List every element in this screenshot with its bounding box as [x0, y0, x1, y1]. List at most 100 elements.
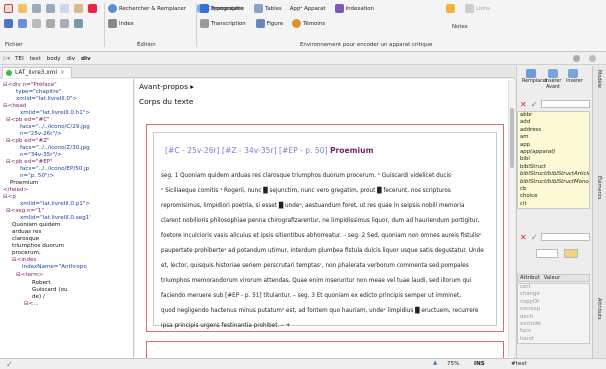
outline-node[interactable]: ⊟<p [3, 194, 16, 201]
tab-modele[interactable]: Modèle [596, 70, 602, 88]
element-list-item[interactable]: am [518, 134, 589, 142]
outline-node[interactable]: facs="../../icono/EP/50.jp [20, 166, 89, 173]
outline-node[interactable]: Guiscard (ou [32, 287, 68, 294]
outline-node[interactable]: xmlid="lat.livreIII.0.h1"> [20, 110, 90, 117]
breadcrumb-item[interactable]: TEI [14, 56, 25, 62]
outline-icon[interactable] [74, 19, 83, 28]
outline-node[interactable]: ⊟<div n="Préface" [3, 82, 57, 89]
attribute-list-item[interactable]: hand [518, 335, 589, 344]
confirm-attribute-icon[interactable]: ✓ [531, 233, 538, 242]
attribute-value-input[interactable] [541, 233, 590, 241]
outline-node[interactable]: procerum, [12, 250, 41, 257]
breadcrumb-item[interactable]: text [29, 56, 42, 62]
validate-icon[interactable] [60, 19, 69, 28]
copy-icon[interactable] [60, 4, 69, 13]
attribute-action-dropdown[interactable] [536, 249, 558, 258]
insert-button[interactable]: Insérer [566, 69, 583, 85]
element-list-item[interactable]: cb [518, 185, 589, 194]
undo-icon[interactable] [32, 4, 41, 13]
outline-node[interactable]: xmlid="lat.livreIII.0.seg1' [20, 215, 91, 222]
outline-node[interactable]: ⊟<pb ed="#C" [6, 117, 50, 124]
outline-node[interactable]: arduas res [12, 229, 41, 236]
tab-attributs[interactable]: Attributs [596, 298, 602, 320]
indexation-button[interactable]: Indexation [334, 3, 374, 14]
zoom-level[interactable]: 75% [447, 361, 459, 367]
element-list-item[interactable]: app(apparat) [518, 148, 589, 157]
transcription-button[interactable]: Transcription [200, 18, 246, 29]
outline-node[interactable]: ⊟<... [24, 301, 39, 308]
attribute-list-item[interactable]: change [518, 291, 589, 299]
zoom-arrow-icon[interactable]: ▲ [433, 360, 437, 366]
attribute-list-item[interactable]: corresp [518, 306, 589, 314]
attribute-list-item[interactable]: dech [518, 313, 589, 321]
element-list[interactable]: abbr add address am app app(apparat) bibl biblS… [517, 111, 590, 210]
section-avant-propos[interactable]: Avant-propos ▸ [139, 82, 194, 91]
delete-icon[interactable] [88, 4, 97, 13]
element-filter-input[interactable] [541, 100, 590, 108]
open-folder-icon[interactable] [18, 4, 27, 13]
element-list-item[interactable]: abbr [518, 112, 589, 120]
redo-icon[interactable] [46, 4, 55, 13]
attribute-list-item[interactable]: cert [518, 284, 589, 292]
element-list-item[interactable]: biblStruct/biblStructMonog [518, 178, 589, 186]
element-list-item[interactable]: choice [518, 193, 589, 201]
outline-node[interactable]: facs="../../icono/Z/30.jpg [20, 145, 90, 152]
element-list-item[interactable]: cit [518, 200, 589, 209]
outline-node[interactable]: ⊟<pb ed="#EP" [6, 159, 53, 166]
outline-node[interactable]: </head> [3, 187, 28, 194]
editor-scrollbar[interactable] [508, 80, 515, 357]
notes-icon[interactable] [446, 4, 455, 13]
tables-button[interactable]: Tables [253, 3, 282, 14]
outline-node[interactable]: xmlid="lat.livreIII.0.p1"> [20, 201, 90, 208]
attribute-list-item[interactable]: exclude [518, 320, 589, 329]
format-icon[interactable] [46, 19, 55, 28]
tab-elements[interactable]: Éléments [596, 176, 602, 199]
attribute-list-item[interactable]: facs [518, 328, 589, 336]
breadcrumb-item[interactable]: body [46, 56, 62, 62]
element-list-item[interactable]: address [518, 126, 589, 135]
outline-node[interactable]: Proemium [10, 180, 38, 187]
outline-node[interactable]: clarosque [12, 236, 39, 243]
outline-node[interactable]: triumphos duorum [12, 243, 64, 250]
element-list-item[interactable]: app [518, 141, 589, 149]
element-list-item[interactable]: biblStruct [518, 163, 589, 172]
outline-node[interactable]: n="25v-26r"/> [20, 131, 62, 138]
clear-filter-icon[interactable]: ✕ [520, 100, 527, 109]
typography-button[interactable]: Typographie [200, 3, 244, 14]
panel-toggle-icon[interactable] [589, 55, 596, 62]
outline-node[interactable]: facs="../../icono/C/29.jpg [20, 124, 90, 131]
outline-pane[interactable]: ⊟<div n="Préface" type="chapitre" xmlid="l… [0, 79, 134, 358]
outline-node[interactable]: Quoniam quidem [12, 222, 60, 229]
scroll-thumb[interactable] [510, 108, 514, 168]
breadcrumb-item[interactable]: div [80, 56, 92, 62]
element-list-item[interactable]: add [518, 119, 589, 127]
attribute-edit-dropdown[interactable] [564, 249, 578, 258]
outline-node[interactable]: n="p. 50"/> [20, 173, 54, 180]
links-button[interactable]: Liens [465, 3, 490, 14]
apparatus-button[interactable]: Appᵃ Apparat [290, 3, 326, 14]
outline-node[interactable]: ⊟<head [3, 103, 26, 110]
element-list-item[interactable]: biblStruct/biblStructArticle [518, 171, 589, 179]
attribute-list[interactable]: cert change copyOf corresp dech exclude facs ha… [517, 283, 590, 345]
attribute-list-item[interactable]: copyOf [518, 298, 589, 307]
element-list-item[interactable]: bibl [518, 156, 589, 164]
outline-node[interactable]: ⊟<pb ed="#Z" [6, 138, 50, 145]
outline-node[interactable]: ⊟<index [12, 257, 37, 264]
outline-node[interactable]: n="34v-35r"/> [20, 152, 62, 159]
save-icon[interactable] [4, 19, 13, 28]
outline-node[interactable]: type="chapitre" [16, 89, 61, 96]
outline-node[interactable]: de) / [32, 294, 45, 301]
close-icon[interactable]: × [60, 70, 65, 76]
breadcrumb-item[interactable]: div [66, 56, 76, 62]
replace-button[interactable]: Remplacer [522, 69, 548, 85]
cut-icon[interactable] [32, 19, 41, 28]
outline-node[interactable]: ⊟<term> [16, 272, 43, 279]
witnesses-button[interactable]: Témoins [292, 18, 325, 29]
outline-node[interactable]: ⊟<seg n="1" [6, 208, 44, 215]
save-all-icon[interactable] [18, 19, 27, 28]
apply-filter-icon[interactable]: ✓ [531, 100, 538, 109]
tab-lat-livre3[interactable]: LAT_livre3.xml × [2, 67, 72, 78]
outline-node[interactable]: xmlid="lat.livreIII.0"> [16, 96, 77, 103]
paste-icon[interactable] [74, 4, 83, 13]
insert-before-button[interactable]: Insérer Avant [544, 69, 562, 90]
